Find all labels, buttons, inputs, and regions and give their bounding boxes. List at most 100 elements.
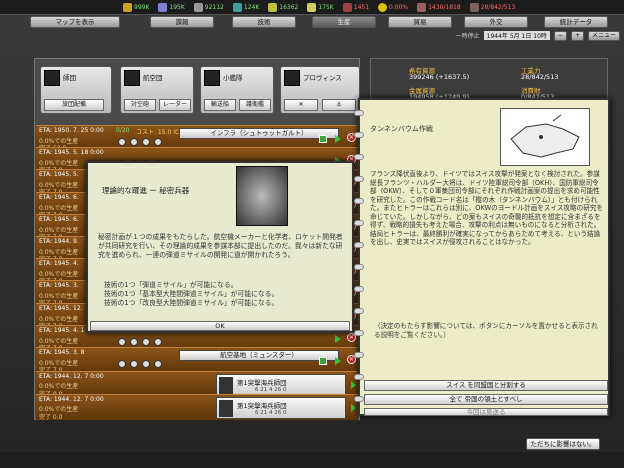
- tab-diplomacy[interactable]: 外交: [464, 16, 528, 28]
- queue-eta: ETA: 1945. 12.: [39, 304, 83, 312]
- menu-button[interactable]: メニュー: [587, 30, 620, 41]
- tech-effect: 技術の1つ「基本型大陸間弾道ミサイル」が可能になる。: [104, 290, 279, 298]
- unit-queue-row[interactable]: ETA: 1944. 12. 7 0:000.0%での生産完了 0.0第1突撃海…: [36, 394, 358, 421]
- resource-steel: 92112: [191, 1, 227, 14]
- resource-bar: 999K 195K 92112 124K 16362 175K 1451 0.0…: [0, 0, 624, 15]
- bottom-icon[interactable]: [154, 337, 162, 346]
- unit-name: 第1突撃海兵師団: [237, 402, 287, 410]
- tab-trade[interactable]: 貿易: [388, 16, 452, 28]
- division-group[interactable]: 師団 旅団配備: [40, 66, 112, 114]
- brigade-deploy-button[interactable]: 旅団配備: [44, 99, 104, 111]
- escort-ship-button[interactable]: 護衛艦: [239, 99, 271, 111]
- marine-icon: [219, 377, 233, 394]
- down-icon[interactable]: [130, 360, 138, 368]
- resource-manpower: 1451: [340, 1, 372, 14]
- rare-resource-value: 399246 (+1637.5): [409, 73, 470, 81]
- bottom-icon[interactable]: [154, 360, 162, 368]
- switzerland-map: [510, 114, 580, 158]
- down-icon[interactable]: [130, 138, 138, 146]
- tab-tech[interactable]: 技術: [232, 16, 296, 28]
- queue-item-name: インフラ（シュトゥットガルト）: [179, 128, 339, 139]
- play-icon[interactable]: [335, 334, 341, 343]
- event-option-annex[interactable]: 全て 帝国の領土とすべし: [364, 394, 608, 405]
- event-option-decline[interactable]: 今回は見送る: [364, 408, 608, 416]
- tab-stats[interactable]: 統計データ: [544, 16, 608, 28]
- pause-label[interactable]: 一時停止: [456, 31, 480, 40]
- men-icon: [158, 2, 168, 12]
- speed-up-button[interactable]: +: [570, 30, 584, 41]
- queue-eta: ETA: 1945. 5. 18 0:00: [39, 149, 104, 157]
- binder-ring-icon: [354, 308, 364, 314]
- binder-ring-icon: [354, 396, 364, 402]
- resource-escort: 28/842/513: [467, 1, 519, 14]
- event-note: （決定のもたらす影響については、ボタンにカーソルを置かせると表示される説明をご覧…: [374, 322, 598, 339]
- binder-ring-icon: [354, 198, 364, 204]
- factory-icon: [284, 70, 300, 86]
- plane-icon: [124, 70, 140, 86]
- top-icon[interactable]: [142, 337, 150, 346]
- binder-ring-icon: [354, 110, 364, 116]
- unit-name: 第1突撃海兵師団: [237, 379, 287, 387]
- transport-ship-button[interactable]: 輸送船: [204, 99, 236, 111]
- play-icon[interactable]: [351, 381, 356, 389]
- unit-eta: ETA: 1944. 12. 7 0:00: [39, 396, 104, 403]
- province-label: プロヴィンス: [303, 74, 342, 82]
- oil-icon: [232, 2, 242, 12]
- steel-icon: [193, 2, 203, 12]
- queue-cost: コスト: 15.0 IC: [136, 129, 180, 136]
- binder-ring-icon: [354, 154, 364, 160]
- no-immediate-effect-button[interactable]: ただちに影響はない。: [526, 438, 600, 450]
- play-icon[interactable]: [335, 135, 341, 143]
- show-map-button[interactable]: マップを表示: [30, 16, 120, 28]
- marine-icon: [219, 400, 233, 417]
- game-date: 1944年 5月 1日 10時: [483, 31, 550, 40]
- event-option-partition[interactable]: スイス を同盟国と分割する: [364, 380, 608, 391]
- game-screen: 999K 195K 92112 124K 16362 175K 1451 0.0…: [0, 0, 624, 468]
- tech-popup-title: 理論的な躍進 ー 秘密兵器: [102, 186, 190, 195]
- top-icon[interactable]: [142, 138, 150, 146]
- check-icon[interactable]: [319, 357, 327, 365]
- up-icon[interactable]: [118, 138, 126, 146]
- tab-intel[interactable]: 諜報: [150, 16, 214, 28]
- binder-ring-icon: [354, 374, 364, 380]
- binder-ring-icon: [354, 286, 364, 292]
- up-icon[interactable]: [118, 337, 126, 346]
- check-icon[interactable]: [319, 135, 327, 143]
- binder-ring-icon: [354, 132, 364, 138]
- queue-eta: ETA: 1945. 6.: [39, 215, 79, 223]
- binder-ring-icon: [354, 220, 364, 226]
- air-wing-group[interactable]: 航空団 対空砲 レーダー: [120, 66, 194, 114]
- anchor-button[interactable]: ⚓: [322, 99, 356, 111]
- up-icon[interactable]: [118, 360, 126, 368]
- flotilla-group[interactable]: 小艦隊 輸送船 護衛艦: [200, 66, 274, 114]
- flotilla-label: 小艦隊: [223, 74, 243, 82]
- down-icon[interactable]: [130, 337, 138, 346]
- main-nav: マップを表示 諜報 技術 生産 貿易 外交 統計データ: [0, 15, 624, 29]
- division-icon: [44, 70, 60, 86]
- bottom-icon[interactable]: [154, 138, 162, 146]
- queue-eta: ETA: 1945. 3.: [39, 282, 79, 290]
- province-group[interactable]: プロヴィンス ✕ ⚓: [280, 66, 360, 114]
- radar-button[interactable]: レーダー: [159, 99, 191, 111]
- unit-box: 第1突撃海兵師団 6 21 4 26 0: [216, 374, 346, 396]
- tab-production[interactable]: 生産: [312, 16, 376, 28]
- tech-popup-effects: 技術の1つ「弾道ミサイル」が可能になる。 技術の1つ「基本型大陸間弾道ミサイル」…: [104, 281, 344, 308]
- speed-down-button[interactable]: −: [553, 30, 567, 41]
- binder-ring-icon: [354, 330, 364, 336]
- queue-eta: ETA: 1945. 5.: [39, 171, 79, 179]
- queue-eta: ETA: 1945. 4.: [39, 260, 79, 268]
- play-icon[interactable]: [335, 357, 341, 365]
- queue-count: 0/20: [116, 127, 130, 134]
- ship-icon: [204, 70, 220, 86]
- tech-ok-button[interactable]: OK: [90, 321, 350, 331]
- aa-gun-button[interactable]: 対空砲: [124, 99, 156, 111]
- production-buttons: 師団 旅団配備 航空団 対空砲 レーダー 小艦隊 輸送船 護衛艦 プロヴィンス …: [40, 66, 360, 116]
- tools-button[interactable]: ✕: [284, 99, 318, 111]
- tech-popup-body: 秘密計画が１つの成果をもたらした。航空機メーカーと化学者、ロケット開発者が共同研…: [98, 233, 343, 259]
- escort-icon: [469, 2, 479, 12]
- resource-nuke: 0.00%: [375, 1, 411, 14]
- queue-eta: ETA: 1950. 7. 25 0:00: [39, 127, 104, 134]
- play-icon[interactable]: [351, 404, 356, 412]
- unit-box: 第1突撃海兵師団 6 21 4 26 0: [216, 397, 346, 419]
- top-icon[interactable]: [142, 360, 150, 368]
